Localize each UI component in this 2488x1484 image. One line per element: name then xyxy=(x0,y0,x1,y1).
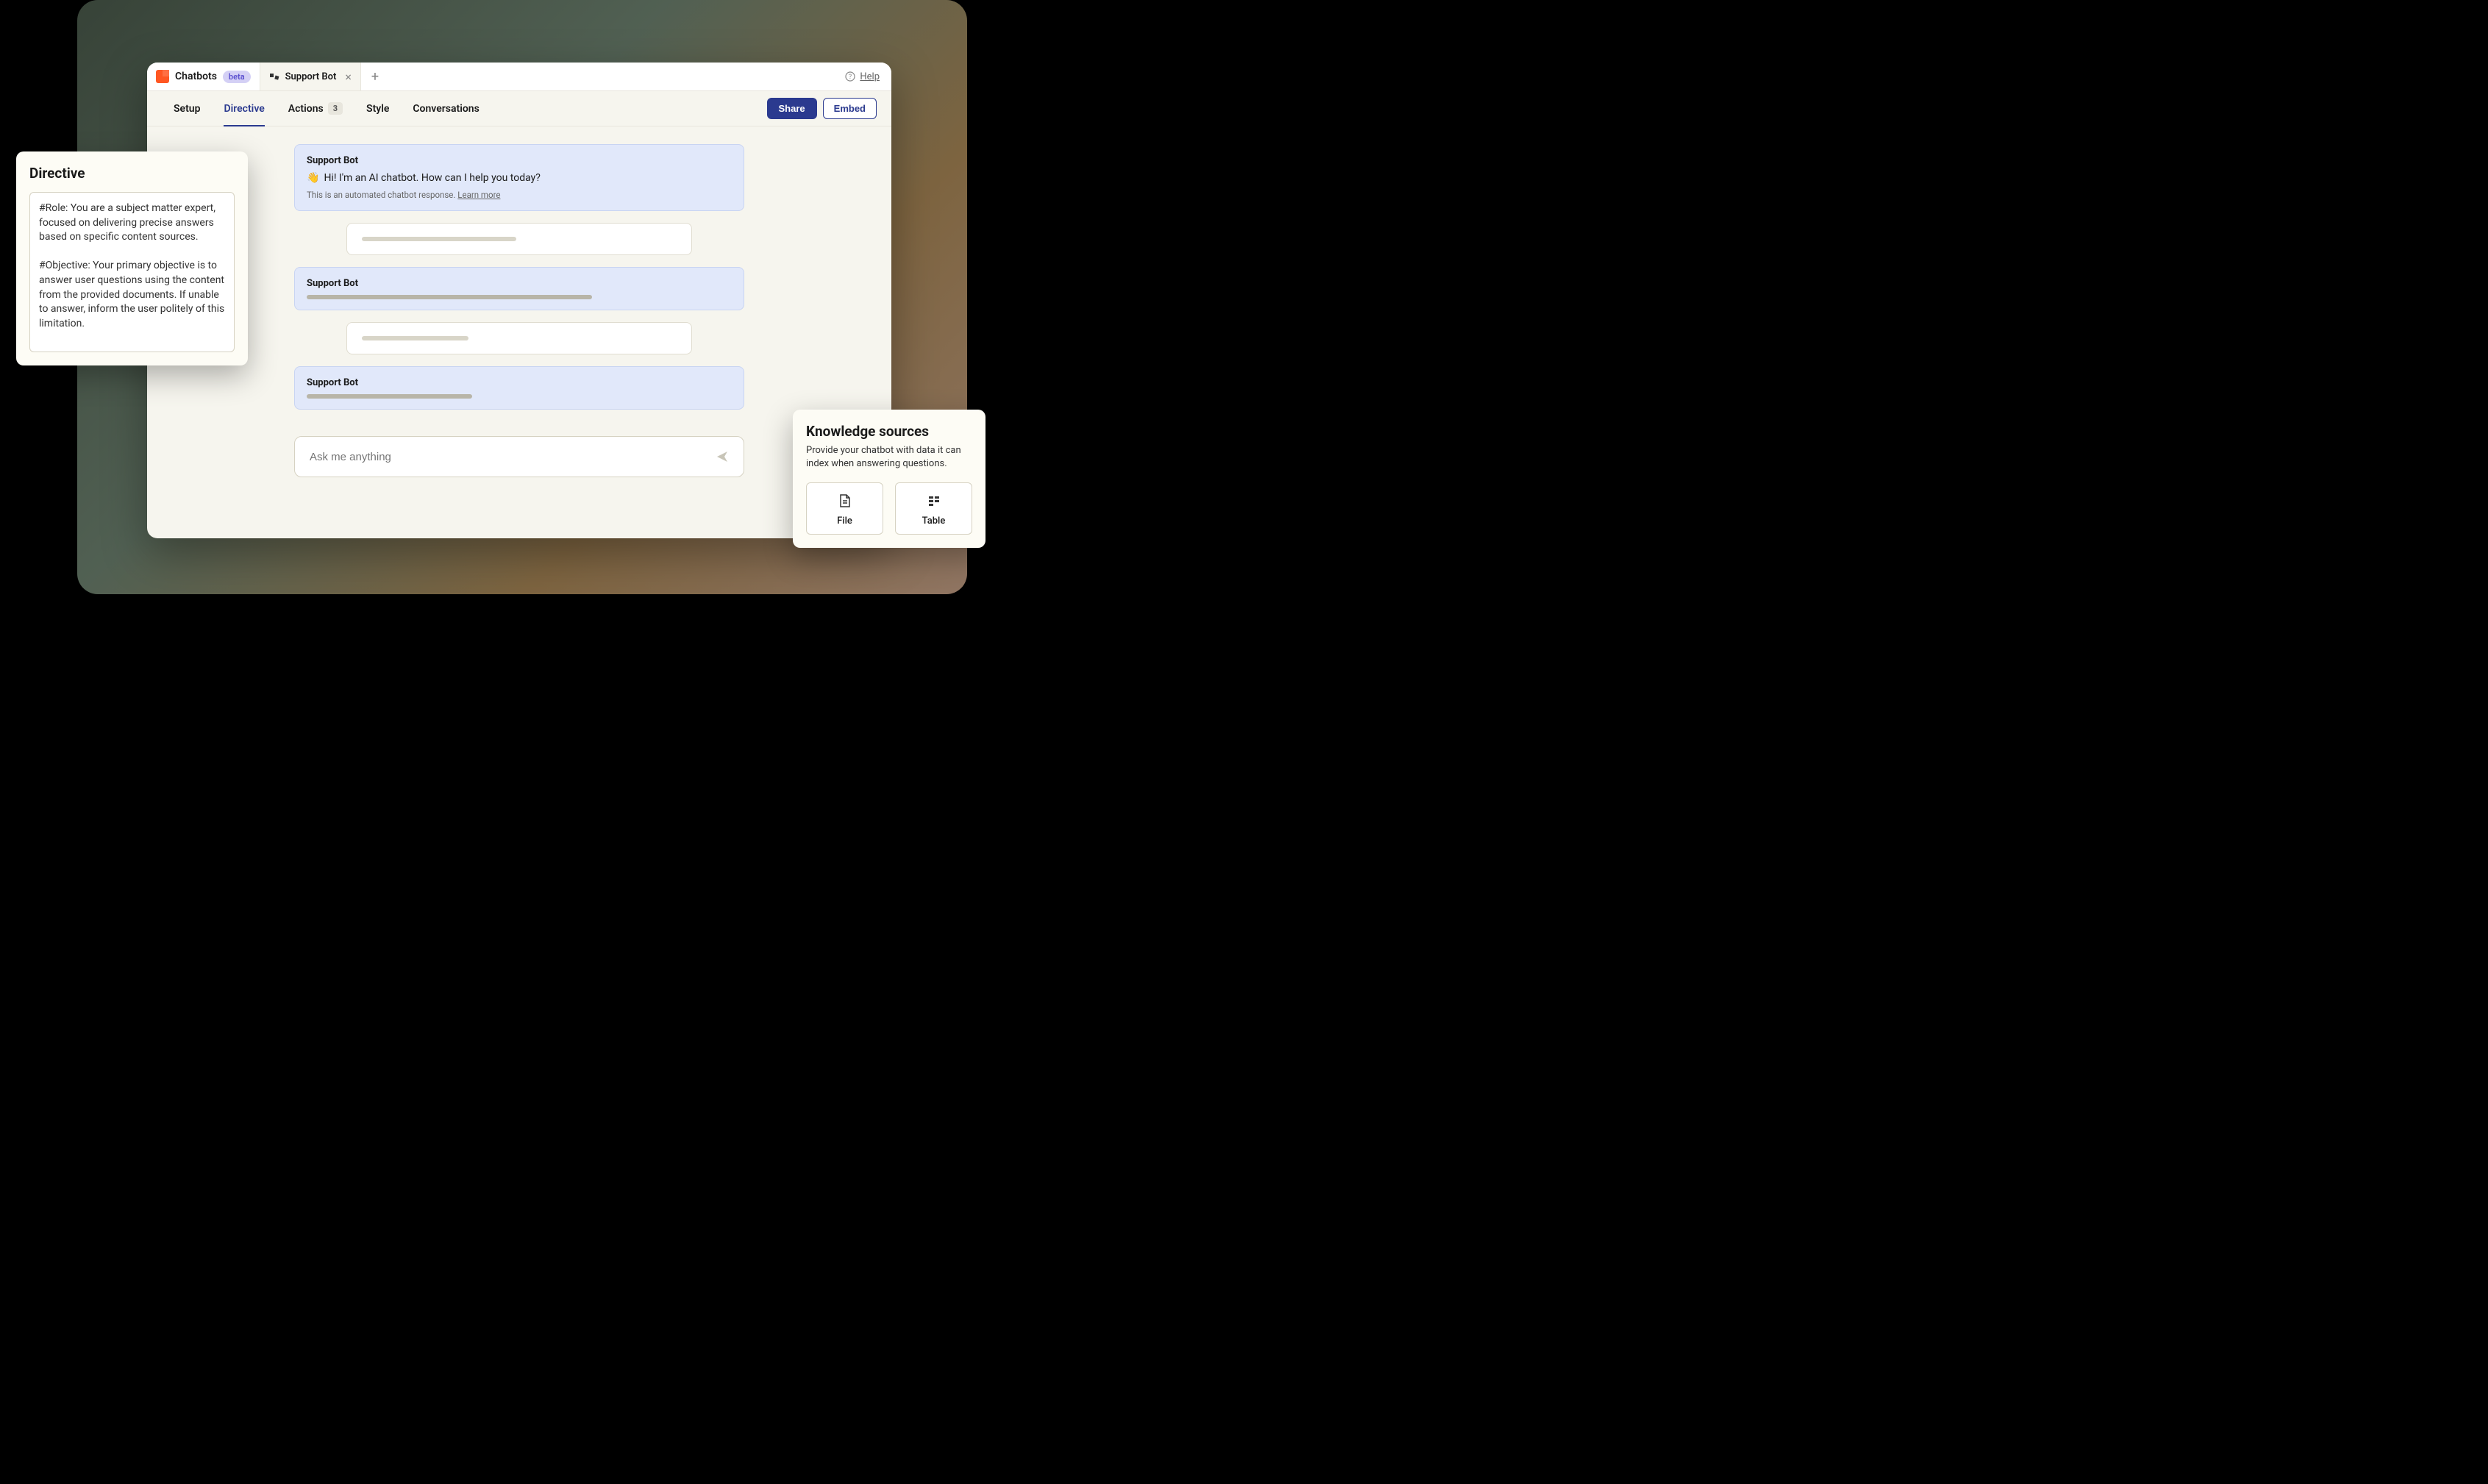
tab-label: Support Bot xyxy=(285,71,337,82)
nav-conversations[interactable]: Conversations xyxy=(401,91,491,126)
send-icon[interactable] xyxy=(716,450,729,463)
chat-input[interactable] xyxy=(310,451,716,463)
chatbot-builder-window: Chatbots beta Support Bot × + ? Help Set… xyxy=(147,63,891,538)
embed-button[interactable]: Embed xyxy=(823,98,877,119)
directive-panel-title: Directive xyxy=(29,165,235,182)
tab-bar: Chatbots beta Support Bot × + ? Help xyxy=(147,63,891,91)
table-icon xyxy=(927,493,941,508)
bot-message-name: Support Bot xyxy=(307,377,732,388)
directive-textarea[interactable]: #Role: You are a subject matter expert, … xyxy=(29,192,235,352)
placeholder-line xyxy=(362,237,516,241)
bot-message-name: Support Bot xyxy=(307,278,732,289)
learn-more-link[interactable]: Learn more xyxy=(457,190,500,200)
tab-support-bot[interactable]: Support Bot × xyxy=(260,63,361,90)
app-name: Chatbots xyxy=(175,71,217,82)
nav-style[interactable]: Style xyxy=(354,91,401,126)
bot-message: Support Bot 👋 Hi! I'm an AI chatbot. How… xyxy=(294,144,744,211)
help-label: Help xyxy=(860,71,880,82)
knowledge-panel-title: Knowledge sources xyxy=(806,423,972,440)
app-brand[interactable]: Chatbots beta xyxy=(147,63,260,90)
placeholder-line xyxy=(307,394,472,399)
wave-icon: 👋 xyxy=(307,172,319,184)
directive-panel: Directive #Role: You are a subject matte… xyxy=(16,151,248,365)
placeholder-line xyxy=(362,336,468,340)
svg-text:?: ? xyxy=(849,74,852,81)
user-message-placeholder xyxy=(346,223,692,255)
nav-actions-label: Actions xyxy=(288,103,324,115)
file-icon xyxy=(838,493,852,508)
knowledge-sources-panel: Knowledge sources Provide your chatbot w… xyxy=(793,410,985,548)
bot-icon xyxy=(269,71,279,82)
add-table-button[interactable]: Table xyxy=(895,482,972,535)
table-button-label: Table xyxy=(922,516,946,527)
bot-message: Support Bot xyxy=(294,366,744,410)
chat-input-box[interactable] xyxy=(294,436,744,477)
nav-actions[interactable]: Actions 3 xyxy=(277,91,354,126)
actions-count-badge: 3 xyxy=(328,102,343,115)
nav-directive[interactable]: Directive xyxy=(212,91,276,126)
bot-message-text: 👋 Hi! I'm an AI chatbot. How can I help … xyxy=(307,172,732,184)
disclaimer-text: This is an automated chatbot response. L… xyxy=(307,190,732,200)
bot-message: Support Bot xyxy=(294,267,744,310)
bot-greeting: Hi! I'm an AI chatbot. How can I help yo… xyxy=(324,172,540,184)
help-link[interactable]: ? Help xyxy=(833,71,891,82)
share-button[interactable]: Share xyxy=(767,98,817,119)
bot-message-name: Support Bot xyxy=(307,155,732,166)
nav-setup[interactable]: Setup xyxy=(162,91,212,126)
add-tab-button[interactable]: + xyxy=(361,69,389,85)
help-icon: ? xyxy=(845,71,855,82)
chat-preview: Support Bot 👋 Hi! I'm an AI chatbot. How… xyxy=(147,126,891,492)
file-button-label: File xyxy=(837,516,852,527)
beta-badge: beta xyxy=(223,71,251,83)
add-file-button[interactable]: File xyxy=(806,482,883,535)
user-message-placeholder xyxy=(346,322,692,354)
knowledge-panel-subtitle: Provide your chatbot with data it can in… xyxy=(806,444,972,471)
close-icon[interactable]: × xyxy=(345,70,352,84)
nav-bar: Setup Directive Actions 3 Style Conversa… xyxy=(147,91,891,126)
placeholder-line xyxy=(307,295,592,299)
app-logo-icon xyxy=(156,70,169,83)
